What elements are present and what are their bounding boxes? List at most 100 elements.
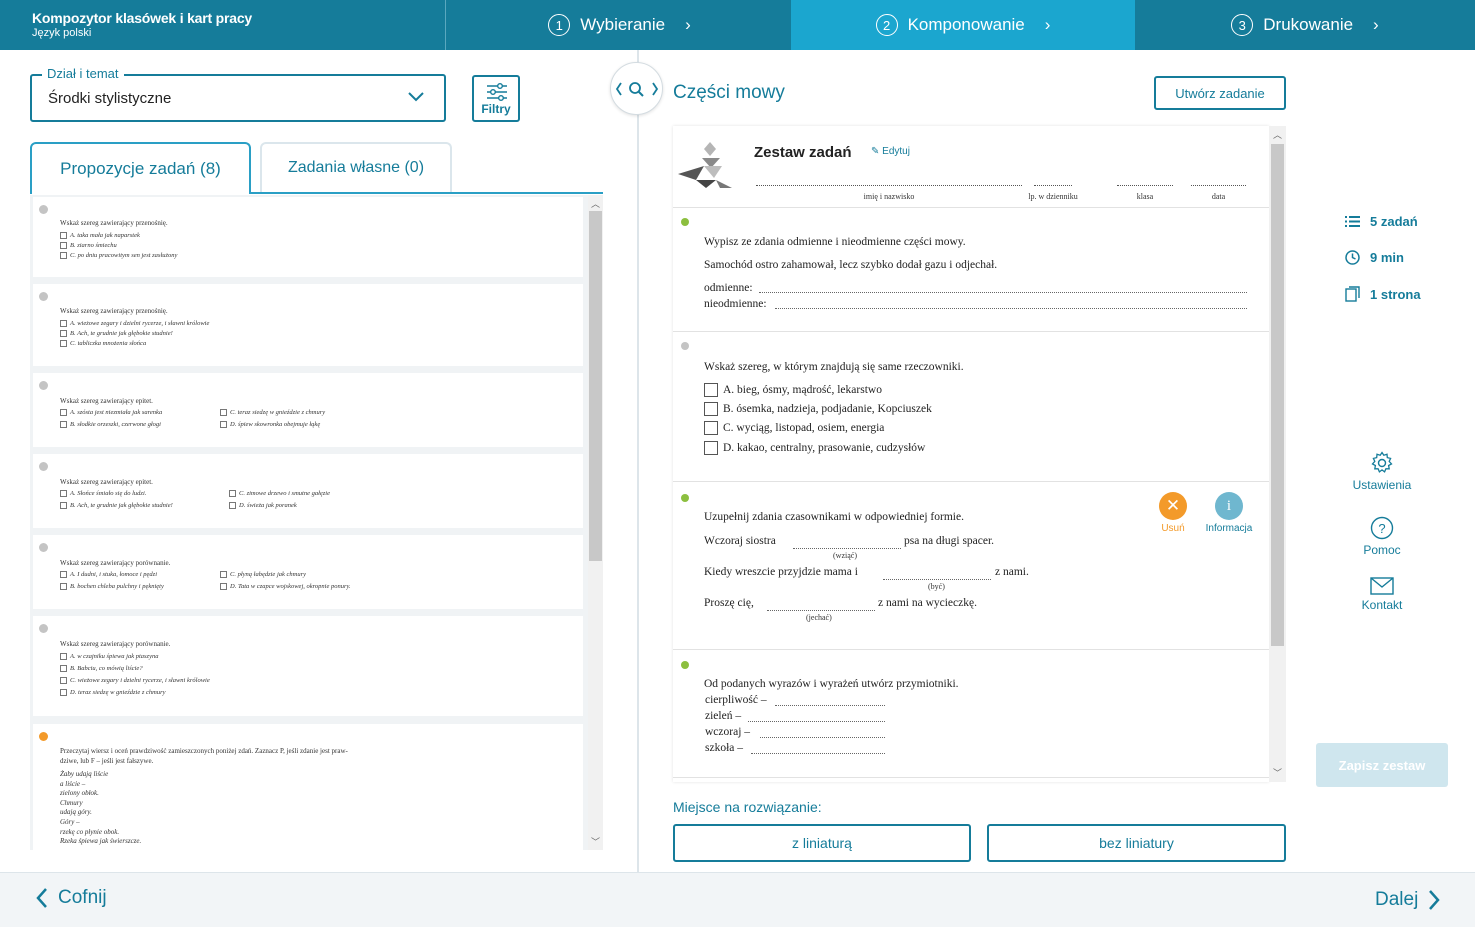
task-instruction: Uzupełnij zdania czasownikami w odpowied… [704, 511, 964, 523]
dzial-legend: Dział i temat [42, 66, 124, 81]
step-wybieranie[interactable]: 1 Wybieranie › [448, 0, 791, 50]
task-option: B. Ach, te grudnie jak głębokie studnie! [60, 330, 173, 337]
contact-button[interactable]: Kontakt [1340, 577, 1424, 612]
worksheet-task[interactable]: Wypisz ze zdania odmienne i nieodmienne … [673, 208, 1269, 332]
status-dot [681, 342, 689, 350]
task-proposals-list: Wskaż szereg zawierający przenośnię. A. … [30, 195, 588, 850]
task-option: A. Słońce śmiało się do ludzi. [60, 490, 146, 497]
info-task-button[interactable]: i [1215, 492, 1243, 520]
contact-label: Kontakt [1361, 598, 1403, 612]
verb-hint: (być) [928, 582, 945, 591]
task-sentence: Kiedy wreszcie przyjdzie mama i [704, 566, 858, 578]
scrollbar-thumb[interactable] [1271, 144, 1284, 646]
task-sentence: z nami na wycieczkę. [878, 597, 977, 609]
scroll-down-icon[interactable]: ﹀ [591, 835, 600, 848]
worksheet-preview: Zestaw zadań ✎ Edytuj imię i nazwisko lp… [673, 126, 1269, 782]
answer-option: A. bieg, ósmy, mądrość, lekarstwo [704, 383, 882, 397]
task-card[interactable]: Wskaż szereg zawierający przenośnię. A. … [33, 197, 583, 277]
scroll-up-icon[interactable]: ︿ [591, 197, 600, 210]
chevron-down-icon[interactable] [406, 86, 426, 106]
toggle-preview-button[interactable] [610, 62, 663, 115]
task-card[interactable]: Wskaż szereg zawierający porównanie. A. … [33, 616, 583, 716]
verb-hint: (wziąć) [833, 551, 857, 560]
chevron-right-icon: › [1044, 15, 1051, 34]
task-option: D. śpiew skowronka obejmuje łąkę [220, 421, 320, 428]
task-card[interactable]: Wskaż szereg zawierający porównanie. A. … [33, 535, 583, 609]
step-komponowanie[interactable]: 2 Komponowanie › [791, 0, 1135, 50]
panel-divider [637, 50, 639, 872]
envelope-icon [1370, 577, 1394, 595]
status-dot [39, 543, 48, 552]
edit-link[interactable]: ✎ Edytuj [871, 146, 910, 157]
help-button[interactable]: ? Pomoc [1340, 516, 1424, 557]
settings-button[interactable]: Ustawienia [1340, 451, 1424, 492]
gear-icon [1371, 451, 1393, 473]
delete-task-button[interactable]: ✕ [1159, 492, 1187, 520]
task-question: Przeczytaj wiersz i oceń prawdziwość zam… [60, 747, 348, 755]
filters-button[interactable]: Filtry [472, 75, 520, 122]
task-sentence: psa na długi spacer. [904, 535, 995, 547]
next-button[interactable]: Dalej [1375, 889, 1440, 911]
task-card[interactable]: Wskaż szereg zawierający przenośnię. A. … [33, 284, 583, 366]
task-question: Wskaż szereg zawierający porównanie. [60, 559, 171, 567]
task-option: B. bochen chleba pulchny i pęknięty [60, 583, 164, 590]
answer-option: D. kakao, centralny, prasowanie, cudzysł… [704, 441, 925, 455]
task-option: A. szósta jest niezmiała jak sarenka [60, 409, 162, 416]
back-button[interactable]: Cofnij [36, 887, 107, 909]
app-brand: Kompozytor klasówek i kart pracy Język p… [0, 0, 446, 50]
tab-label: Zadania własne (0) [287, 159, 425, 176]
task-card[interactable]: Wskaż szereg zawierający epitet. A. szós… [33, 373, 583, 447]
worksheet-task[interactable]: Wskaż szereg, w którym znajdują się same… [673, 332, 1269, 482]
task-sentence: Samochód ostro zahamował, lecz szybko do… [704, 259, 998, 271]
bottom-bar: Cofnij Dalej [0, 872, 1475, 927]
scroll-up-icon[interactable]: ︿ [1273, 128, 1282, 141]
worksheet-header: Zestaw zadań ✎ Edytuj imię i nazwisko lp… [673, 126, 1269, 208]
preview-scrollbar[interactable]: ︿ ﹀ [1269, 126, 1286, 782]
field-label: lp. w dzienniku [1028, 192, 1078, 201]
task-sentence: z nami. [995, 566, 1029, 578]
tab-zadania-wlasne[interactable]: Zadania własne (0) [260, 142, 452, 192]
with-lines-button[interactable]: z liniaturą [673, 824, 971, 862]
task-option: C. wieżowe zegary i dzielni rycerze, i s… [60, 677, 210, 684]
stat-value: 5 zadań [1370, 214, 1418, 229]
worksheet-title: Zestaw zadań [754, 144, 852, 161]
without-lines-button[interactable]: bez liniatury [987, 824, 1286, 862]
task-list-scrollbar[interactable]: ︿ ﹀ [588, 195, 603, 850]
task-sentence: Wczoraj siostra [704, 535, 776, 547]
time-stat: 9 min [1345, 250, 1404, 265]
answer-option: B. ósemka, nadzieja, podjadanie, Kopcius… [704, 402, 932, 416]
step-label: Komponowanie [907, 15, 1025, 34]
status-dot [39, 462, 48, 471]
step-label: Drukowanie [1263, 15, 1354, 34]
task-card[interactable]: Przeczytaj wiersz i oceń prawdziwość zam… [33, 724, 583, 850]
task-instruction: Wskaż szereg, w którym znajdują się same… [704, 361, 964, 373]
step-drukowanie[interactable]: 3 Drukowanie › [1135, 0, 1475, 50]
button-label: z liniaturą [792, 835, 852, 851]
app-title: Kompozytor klasówek i kart pracy [32, 10, 253, 26]
save-set-button[interactable]: Zapisz zestaw [1316, 743, 1448, 787]
task-question: Wskaż szereg zawierający epitet. [60, 478, 153, 486]
chevron-right-icon [1429, 890, 1440, 910]
status-dot [39, 624, 48, 633]
stat-value: 9 min [1370, 250, 1404, 265]
help-icon: ? [1370, 516, 1394, 540]
app-subtitle: Język polski [32, 27, 92, 39]
top-bar: Kompozytor klasówek i kart pracy Język p… [0, 0, 1475, 50]
scroll-down-icon[interactable]: ﹀ [1273, 766, 1282, 779]
create-task-button[interactable]: Utwórz zadanie [1154, 76, 1286, 110]
task-option: B. słodkie orzeszki, czerwone głogi [60, 421, 161, 428]
status-dot [39, 381, 48, 390]
sliders-icon [487, 83, 507, 101]
stat-value: 1 strona [1370, 286, 1421, 302]
svg-text:?: ? [1378, 521, 1385, 536]
delete-label: Usuń [1161, 523, 1185, 534]
task-option: C. zimowe drzewo i smutne gałęzie [229, 490, 330, 497]
tab-propozycje[interactable]: Propozycje zadań (8) [30, 142, 251, 194]
worksheet-task[interactable]: Od podanych wyrazów i wyrażeń utwórz prz… [673, 650, 1269, 778]
task-question: dziwe, lub F – jeśli jest fałszywe. [60, 757, 154, 765]
task-question: Wskaż szereg zawierający przenośnię. [60, 219, 168, 227]
task-card[interactable]: Wskaż szereg zawierający epitet. A. Słoń… [33, 454, 583, 528]
scrollbar-thumb[interactable] [589, 211, 602, 561]
word-prompt: zieleń – [705, 710, 742, 722]
worksheet-task[interactable]: Uzupełnij zdania czasownikami w odpowied… [673, 482, 1269, 650]
